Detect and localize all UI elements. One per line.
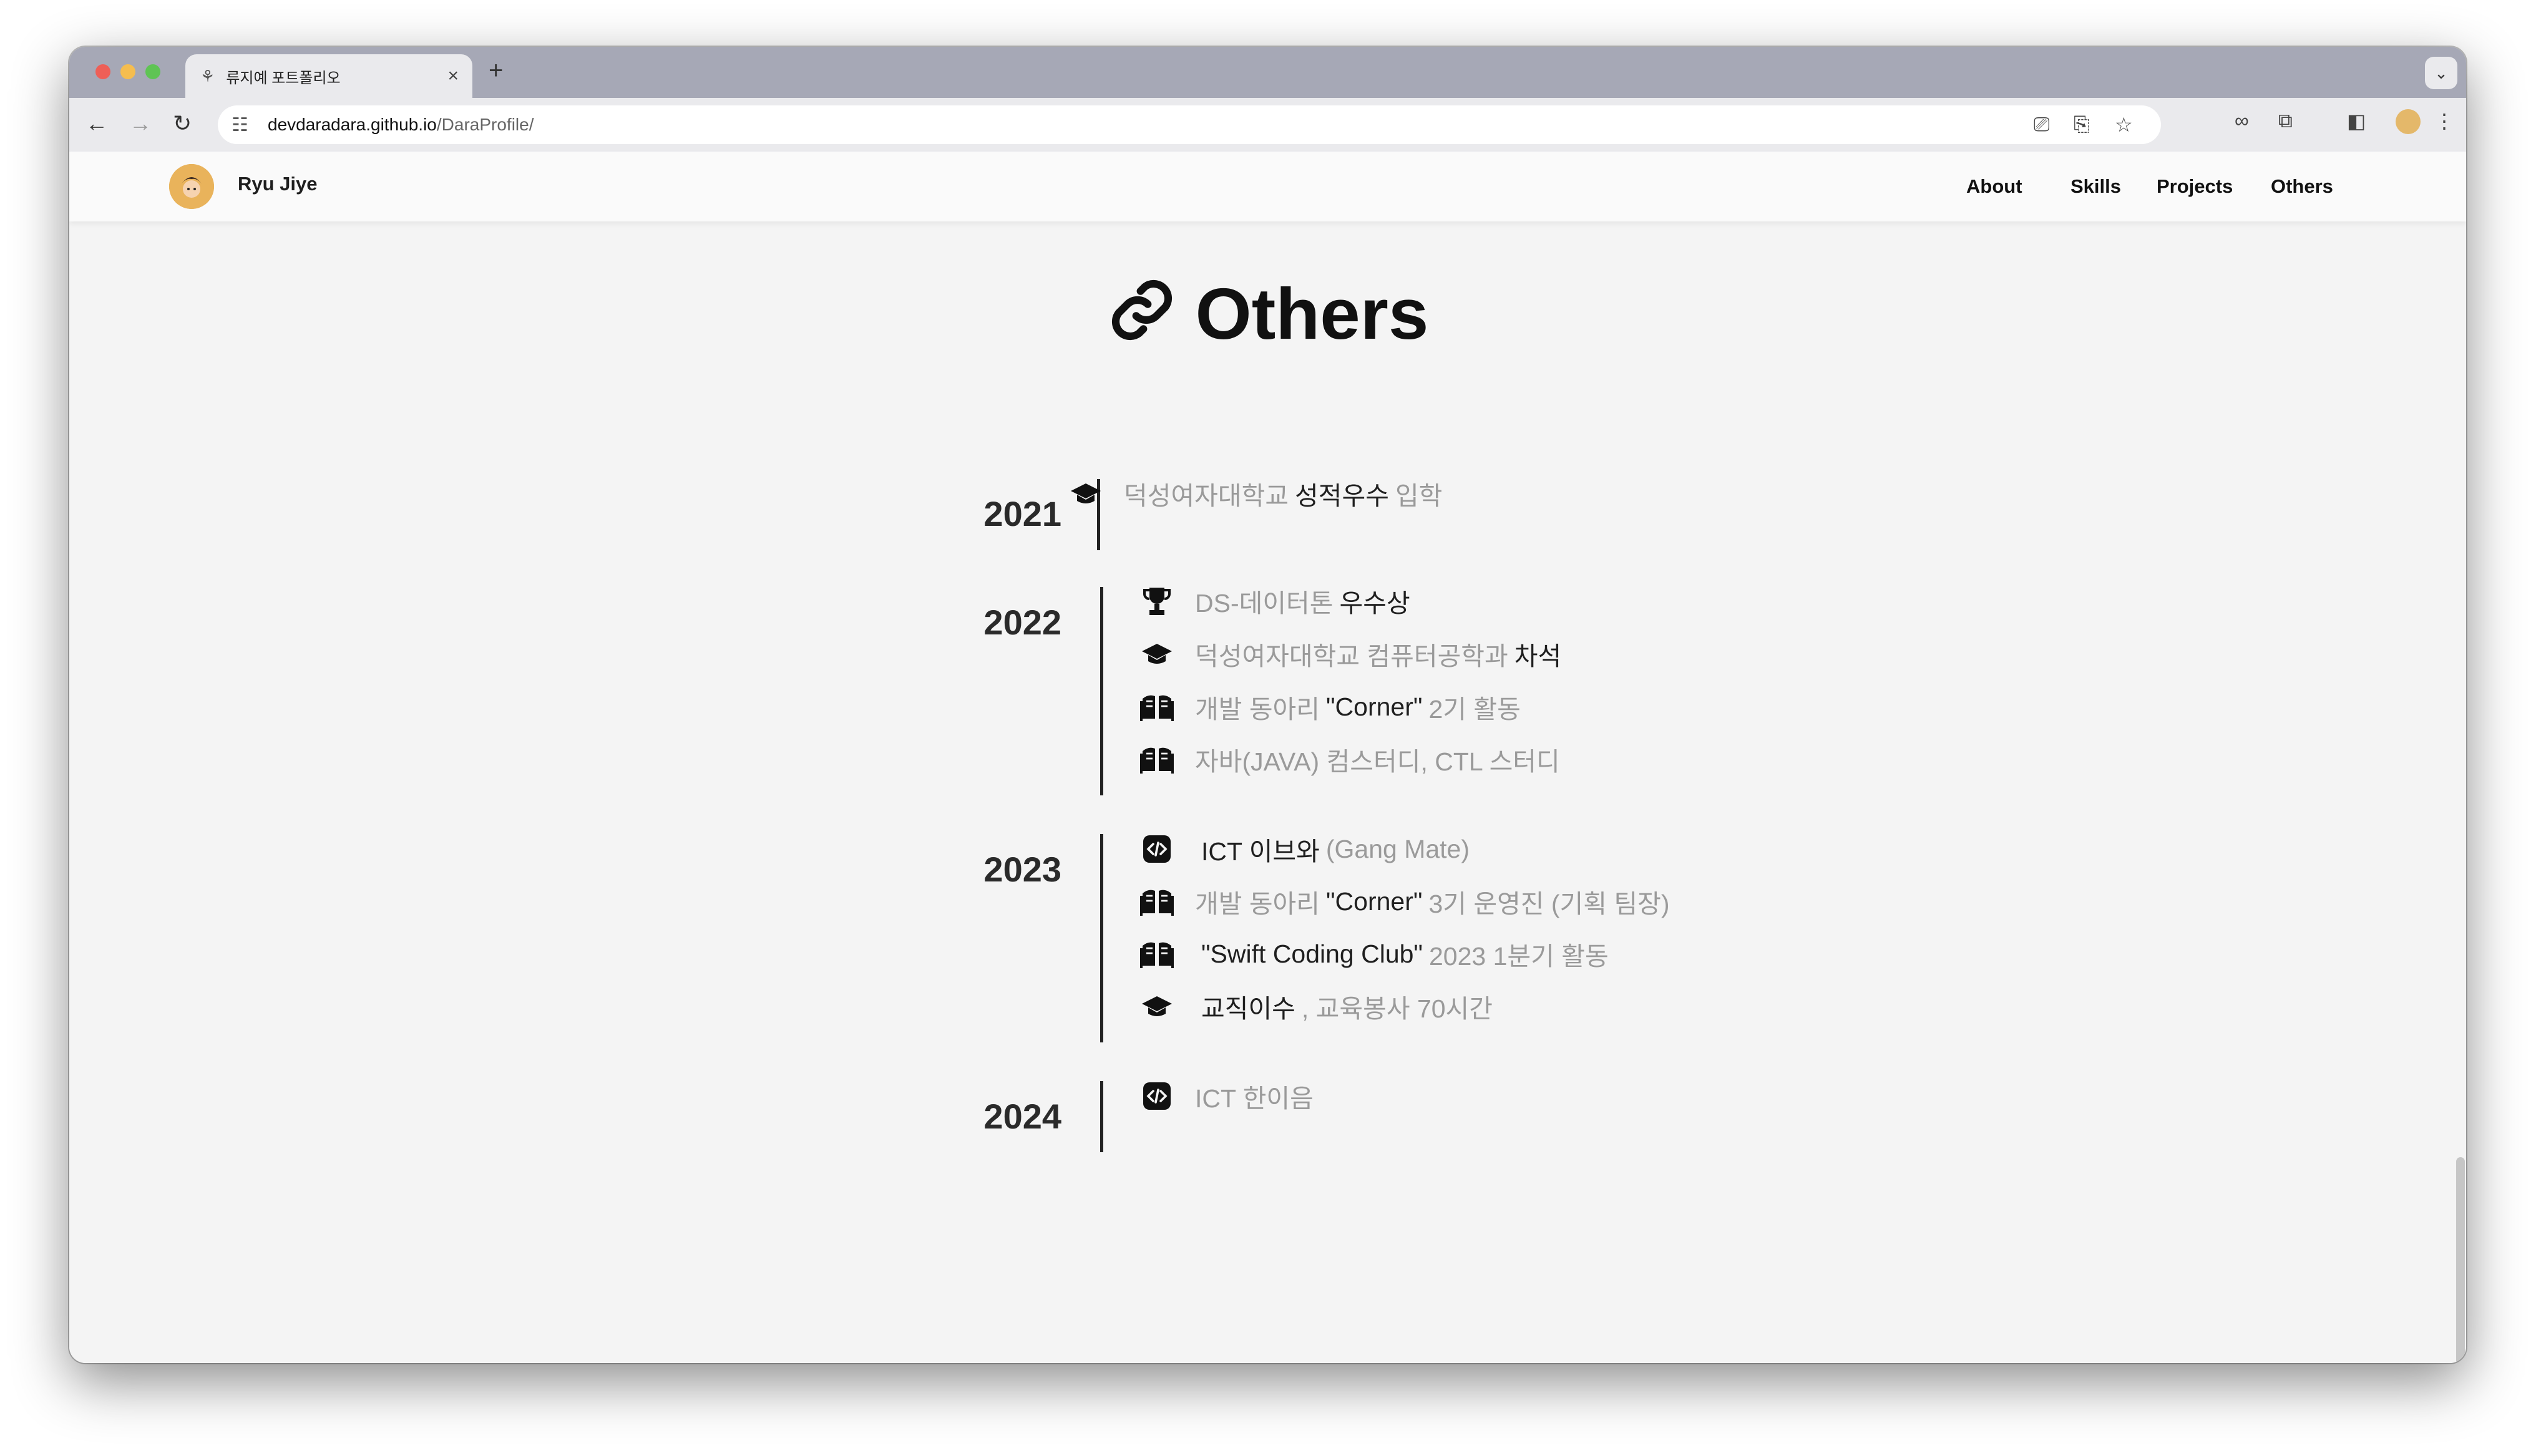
timeline-line [1100, 1081, 1103, 1152]
timeline-line [1100, 834, 1103, 1042]
item-post: 2기 활동 [1428, 695, 1521, 724]
puzzle-icon[interactable]: ⧉ [2278, 109, 2293, 133]
item-pre: DS-데이터톤 [1195, 589, 1334, 618]
item-pre: ICT 한이음 [1195, 1084, 1314, 1113]
book-icon [1139, 938, 1175, 970]
close-window-button[interactable] [95, 64, 110, 79]
install-app-icon[interactable]: ⎚ [2034, 113, 2050, 137]
section-title: Others [69, 270, 2466, 364]
item-pre: 덕성여자대학교 [1124, 482, 1289, 510]
tab-close-icon[interactable]: × [447, 66, 459, 87]
minimize-window-button[interactable] [120, 64, 135, 79]
item-post: 입학 [1395, 482, 1443, 510]
item-post: (Gang Mate) [1325, 834, 1470, 863]
nav-about[interactable]: About [1966, 175, 2022, 198]
year-2023: 2023 [983, 850, 1061, 889]
item-highlight: "Corner" [1326, 886, 1423, 916]
timeline-item: "Swift Coding Club" 2023 1분기 활동 [1139, 935, 1609, 973]
item-highlight: 교직이수 [1201, 994, 1295, 1023]
graduation-cap-icon [1068, 477, 1104, 510]
item-highlight: 우수상 [1339, 589, 1410, 618]
site-info-icon[interactable]: ☷ [232, 114, 248, 136]
link-icon [1107, 275, 1177, 364]
menu-dots-icon[interactable]: ⋮ [2434, 109, 2454, 133]
nav-skills[interactable]: Skills [2070, 175, 2121, 198]
code-icon [1139, 1080, 1175, 1112]
timeline-item: 자바(JAVA) 컴스터디, CTL 스터디 [1139, 740, 1560, 778]
graduation-cap-icon [1139, 990, 1175, 1022]
timeline-item: ICT 이브와 (Gang Mate) [1139, 830, 1470, 868]
item-highlight: 차석 [1514, 642, 1562, 671]
item-pre: 자바(JAVA) 컴스터디, CTL 스터디 [1195, 747, 1560, 776]
browser-tab[interactable]: ⚘ 류지예 포트폴리오 × [185, 54, 472, 98]
favicon-icon: ⚘ [200, 66, 215, 85]
extension-icon[interactable]: ∞ [2235, 109, 2249, 132]
item-pre: 개발 동아리 [1195, 695, 1320, 724]
trophy-icon [1139, 585, 1175, 617]
url-host: devdaradara.github.io [268, 115, 437, 134]
book-icon [1139, 743, 1175, 775]
back-arrow-icon[interactable]: ← [85, 110, 108, 137]
timeline-item: 덕성여자대학교 성적우수 입학 [1068, 475, 1442, 512]
item-highlight: 성적우수 [1295, 482, 1389, 510]
item-pre: 덕성여자대학교 컴퓨터공학과 [1195, 642, 1508, 671]
item-highlight: ICT 이브와 [1201, 837, 1320, 866]
maximize-window-button[interactable] [145, 64, 160, 79]
graduation-cap-icon [1139, 638, 1175, 670]
item-post: 3기 운영진 (기획 팀장) [1428, 890, 1670, 918]
book-icon [1139, 691, 1175, 723]
avatar-illustration [169, 164, 214, 209]
book-icon [1139, 885, 1175, 918]
profile-avatar-icon[interactable] [2396, 109, 2421, 134]
nav-projects[interactable]: Projects [2157, 175, 2233, 198]
year-2022: 2022 [983, 603, 1061, 642]
url-text[interactable]: devdaradara.github.io/DaraProfile/ [268, 115, 534, 135]
browser-toolbar: ← → ↻ ☷ devdaradara.github.io/DaraProfil… [69, 98, 2466, 153]
timeline-line [1100, 587, 1103, 795]
timeline-item: 개발 동아리 "Corner" 2기 활동 [1139, 688, 1521, 726]
avatar[interactable] [169, 164, 214, 209]
item-highlight: "Swift Coding Club" [1201, 939, 1423, 968]
year-2021: 2021 [983, 494, 1061, 533]
browser-window: ⚘ 류지예 포트폴리오 × + ⌄ ← → ↻ ☷ devdaradara.gi… [69, 47, 2466, 1363]
site-brand-name[interactable]: Ryu Jiye [238, 173, 318, 195]
item-post: , 교육봉사 70시간 [1301, 994, 1493, 1023]
timeline-item: 개발 동아리 "Corner" 3기 운영진 (기획 팀장) [1139, 883, 1669, 920]
forward-arrow-icon[interactable]: → [129, 110, 152, 137]
side-panel-icon[interactable]: ◧ [2347, 109, 2366, 133]
page-content: Ryu Jiye About Skills Projects Others Ot… [69, 152, 2466, 1363]
site-header: Ryu Jiye About Skills Projects Others [69, 152, 2466, 221]
address-bar[interactable]: ☷ devdaradara.github.io/DaraProfile/ ⎚ ⎘… [218, 105, 2161, 144]
tab-title: 류지예 포트폴리오 [226, 69, 341, 87]
timeline-item: 교직이수, 교육봉사 70시간 [1139, 988, 1493, 1025]
timeline-item: DS-데이터톤 우수상 [1139, 582, 1417, 619]
item-post: 2023 1분기 활동 [1429, 942, 1609, 971]
code-icon [1139, 833, 1175, 865]
new-tab-button[interactable]: + [489, 57, 503, 85]
tab-strip: ⚘ 류지예 포트폴리오 × + ⌄ [69, 47, 2466, 98]
reload-icon[interactable]: ↻ [173, 110, 192, 137]
item-highlight: "Corner" [1326, 692, 1423, 721]
section-title-text: Others [1195, 273, 1429, 354]
tab-search-button[interactable]: ⌄ [2425, 57, 2457, 89]
year-2024: 2024 [983, 1097, 1061, 1136]
translate-icon[interactable]: ⎘ [2074, 113, 2090, 137]
bookmark-star-icon[interactable]: ☆ [2115, 113, 2133, 137]
item-pre: 개발 동아리 [1195, 890, 1320, 918]
url-path: /DaraProfile/ [436, 115, 534, 134]
nav-others[interactable]: Others [2271, 175, 2333, 198]
timeline-item: 덕성여자대학교 컴퓨터공학과 차석 [1139, 635, 1568, 672]
timeline-item: ICT 한이음 [1139, 1077, 1314, 1115]
page-scrollbar[interactable] [2456, 1157, 2465, 1363]
